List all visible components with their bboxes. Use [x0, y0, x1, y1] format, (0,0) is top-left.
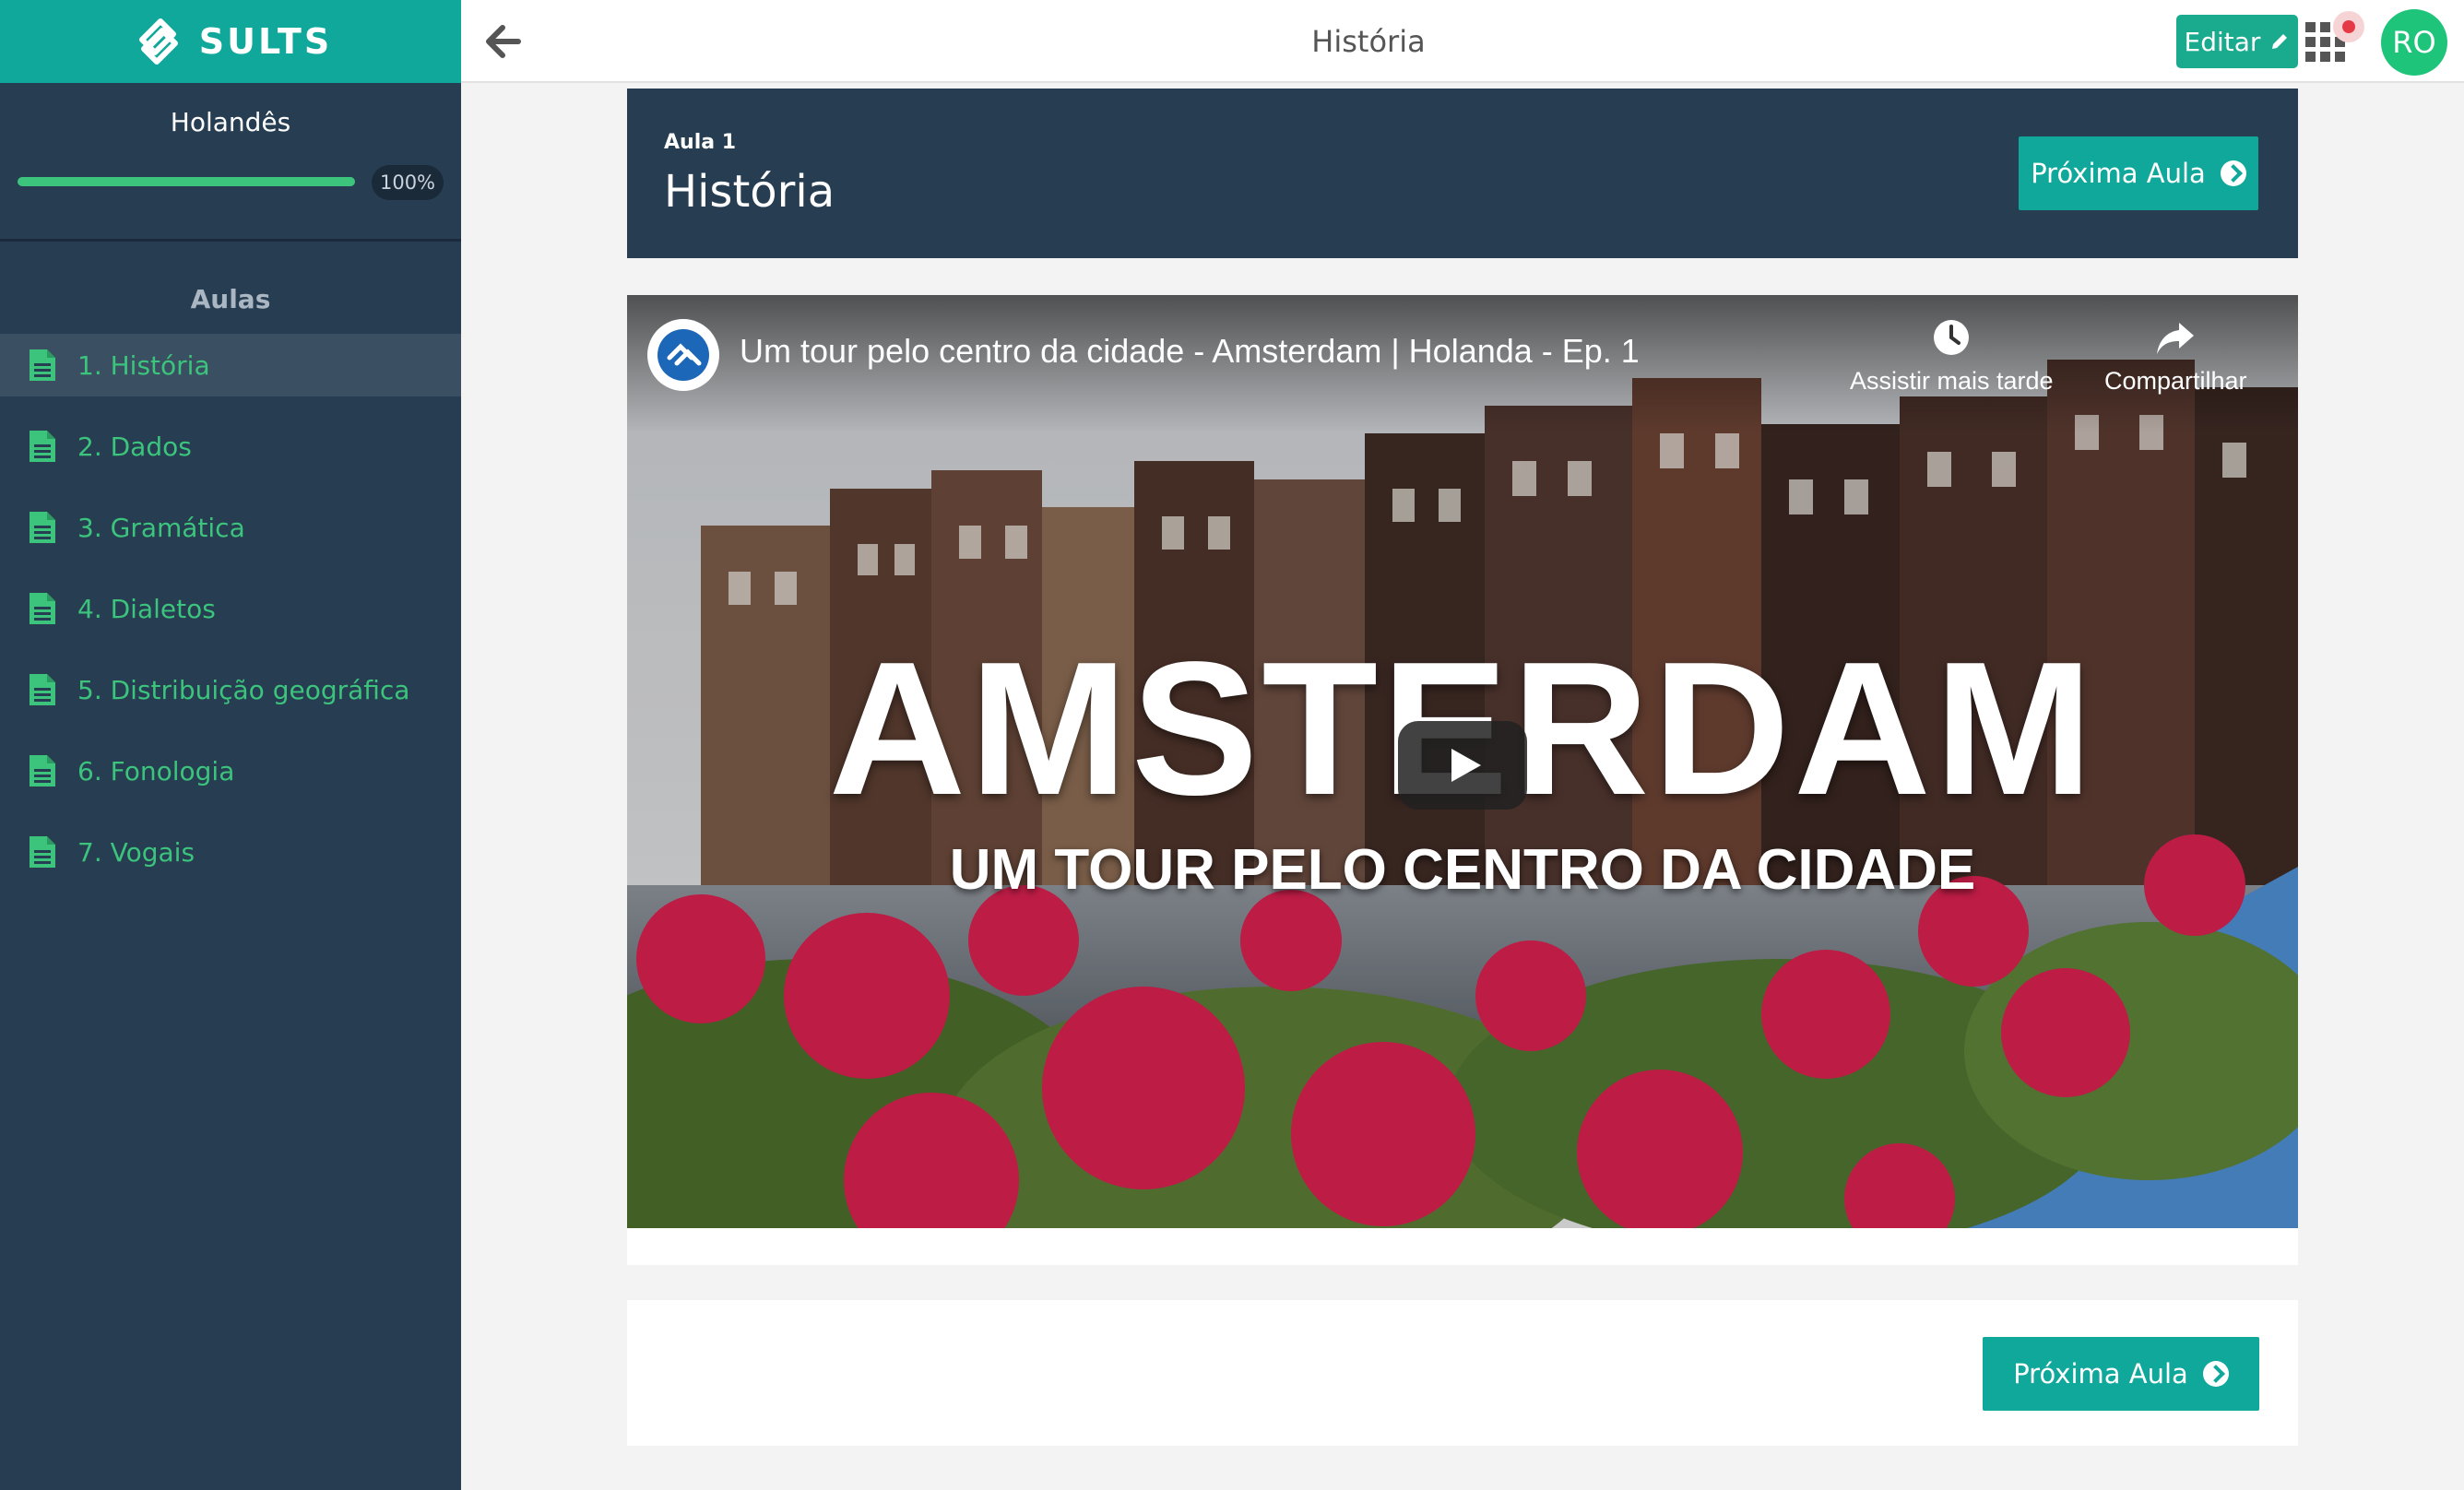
arrow-circle-right-icon [2220, 160, 2246, 186]
progress-badge: 100% [372, 165, 444, 200]
lesson-item[interactable]: 5. Distribuição geográfica [0, 658, 461, 721]
page-title: História [1311, 24, 1426, 59]
progress-track [18, 177, 355, 186]
lesson-label: 6. Fonologia [77, 755, 235, 786]
lesson-label: 2. Dados [77, 431, 192, 462]
apps-menu-button[interactable] [2305, 11, 2364, 65]
topbar: História Editar RO [461, 0, 2464, 83]
lesson-footer: Próxima Aula [627, 1300, 2298, 1446]
lesson-label: 1. História [77, 349, 210, 381]
lesson-label: 5. Distribuição geográfica [77, 674, 410, 705]
lesson-number: Aula 1 [664, 131, 737, 154]
edit-button[interactable]: Editar [2176, 15, 2298, 68]
play-icon [1451, 749, 1481, 782]
video-overlay-subtitle: UM TOUR PELO CENTRO DA CIDADE [949, 838, 1976, 902]
sidebar-divider [0, 239, 461, 242]
lesson-label: 4. Dialetos [77, 593, 216, 624]
brand-logo[interactable]: SULTS [0, 0, 461, 83]
video-title[interactable]: Um tour pelo centro da cidade - Amsterda… [740, 332, 1640, 371]
notification-dot [2333, 11, 2364, 42]
channel-logo-icon[interactable] [647, 319, 719, 391]
lesson-item[interactable]: 3. Gramática [0, 496, 461, 559]
document-icon [30, 431, 55, 462]
document-icon [30, 674, 55, 705]
course-title: Holandês [170, 107, 291, 137]
lesson-title: História [664, 166, 835, 218]
share-arrow-icon [2157, 323, 2195, 354]
watch-later-label: Assistir mais tarde [1850, 367, 2054, 395]
video-card: Um tour pelo centro da cidade - Amsterda… [627, 295, 2298, 1265]
lesson-label: 7. Vogais [77, 836, 195, 868]
watch-later-button[interactable]: Assistir mais tarde [1850, 317, 2054, 396]
lesson-label: 3. Gramática [77, 512, 245, 543]
lessons-heading: Aulas [190, 284, 271, 314]
share-label: Compartilhar [2104, 367, 2247, 395]
play-button[interactable] [1398, 721, 1527, 810]
channel-mark-icon [657, 329, 709, 381]
lesson-list: 1. História 2. Dados 3. Gramática 4. Dialet… [0, 334, 461, 902]
document-icon [30, 349, 55, 381]
user-avatar[interactable]: RO [2381, 9, 2447, 76]
lesson-header: Aula 1 História Próxima Aula [627, 89, 2298, 258]
video-player[interactable]: Um tour pelo centro da cidade - Amsterda… [627, 295, 2298, 1228]
lesson-item[interactable]: 6. Fonologia [0, 739, 461, 802]
next-lesson-button-top[interactable]: Próxima Aula [2019, 136, 2258, 210]
sidebar: SULTS Holandês 100% Aulas 1. História 2. … [0, 0, 461, 1490]
progress-fill [18, 177, 355, 186]
document-icon [30, 836, 55, 868]
pencil-icon [2272, 34, 2288, 49]
document-icon [30, 512, 55, 543]
next-lesson-button-bottom[interactable]: Próxima Aula [1983, 1337, 2259, 1411]
lesson-item[interactable]: 1. História [0, 334, 461, 396]
lesson-item[interactable]: 4. Dialetos [0, 577, 461, 640]
course-progress: 100% [0, 163, 461, 200]
document-icon [30, 755, 55, 786]
lesson-item[interactable]: 7. Vogais [0, 821, 461, 883]
edit-button-label: Editar [2184, 26, 2261, 57]
brand-name: SULTS [198, 21, 333, 62]
share-button[interactable]: Compartilhar [2104, 317, 2247, 396]
sults-logo-icon [138, 18, 178, 65]
next-lesson-label: Próxima Aula [2013, 1358, 2188, 1389]
arrow-circle-right-icon [2202, 1361, 2229, 1387]
lesson-item[interactable]: 2. Dados [0, 415, 461, 478]
clock-icon [1934, 320, 1970, 355]
next-lesson-label: Próxima Aula [2031, 158, 2206, 189]
document-icon [30, 593, 55, 624]
